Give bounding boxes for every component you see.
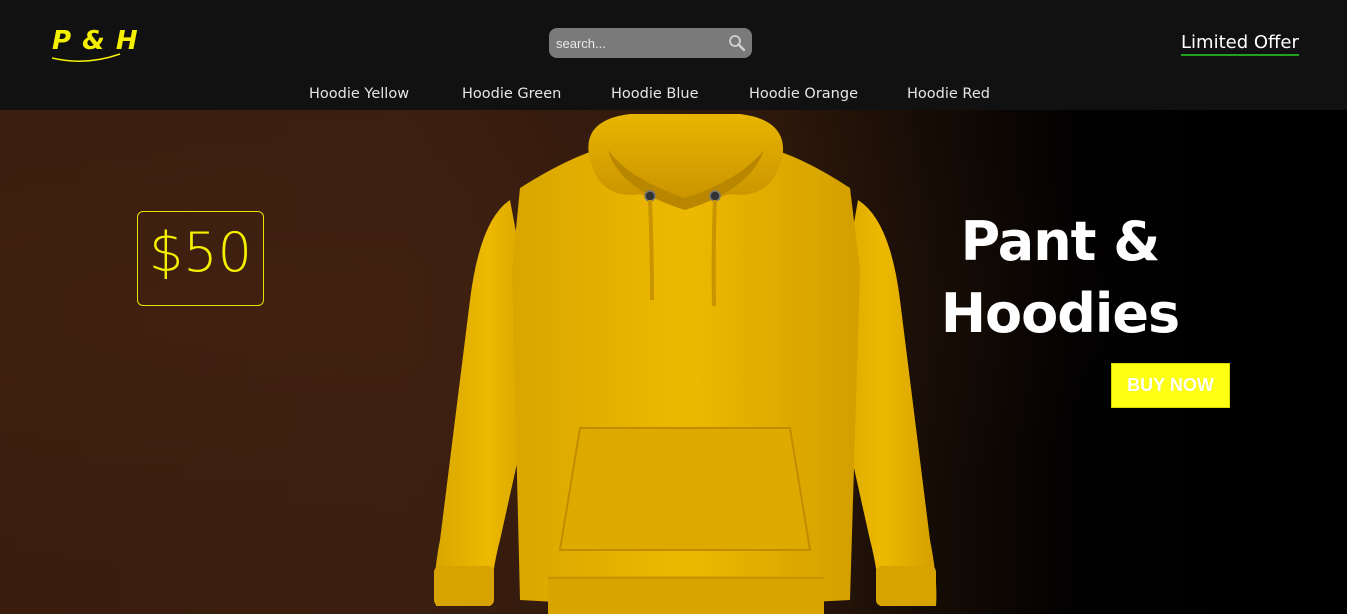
headline-line-1: Pant & (960, 210, 1161, 273)
buy-now-button[interactable]: BUY NOW (1111, 363, 1230, 408)
nav-item-hoodie-orange[interactable]: Hoodie Orange (749, 86, 858, 102)
nav-item-hoodie-red[interactable]: Hoodie Red (907, 86, 990, 102)
nav-item-hoodie-blue[interactable]: Hoodie Blue (611, 86, 699, 102)
search-icon[interactable] (728, 34, 746, 52)
price-tag: $50 (137, 211, 264, 306)
brand-logo[interactable]: P & H (50, 26, 138, 66)
price-value: $50 (148, 221, 253, 284)
top-navigation-bar: P & H Limited Offer Hoodie Yellow Hoodie… (0, 0, 1347, 110)
yellow-hoodie-image (434, 114, 937, 614)
hero-banner: $50 Pant & Hoodies BUY NOW (0, 110, 1347, 614)
hero-headline: Pant & Hoodies (930, 206, 1190, 350)
search-bar (549, 28, 752, 58)
search-input[interactable] (549, 28, 724, 58)
headline-line-2: Hoodies (940, 282, 1180, 345)
nav-item-hoodie-yellow[interactable]: Hoodie Yellow (309, 86, 409, 102)
limited-offer-link[interactable]: Limited Offer (1181, 32, 1299, 56)
category-nav: Hoodie Yellow Hoodie Green Hoodie Blue H… (0, 86, 1347, 108)
nav-item-hoodie-green[interactable]: Hoodie Green (462, 86, 561, 102)
logo-swoosh (51, 53, 121, 62)
